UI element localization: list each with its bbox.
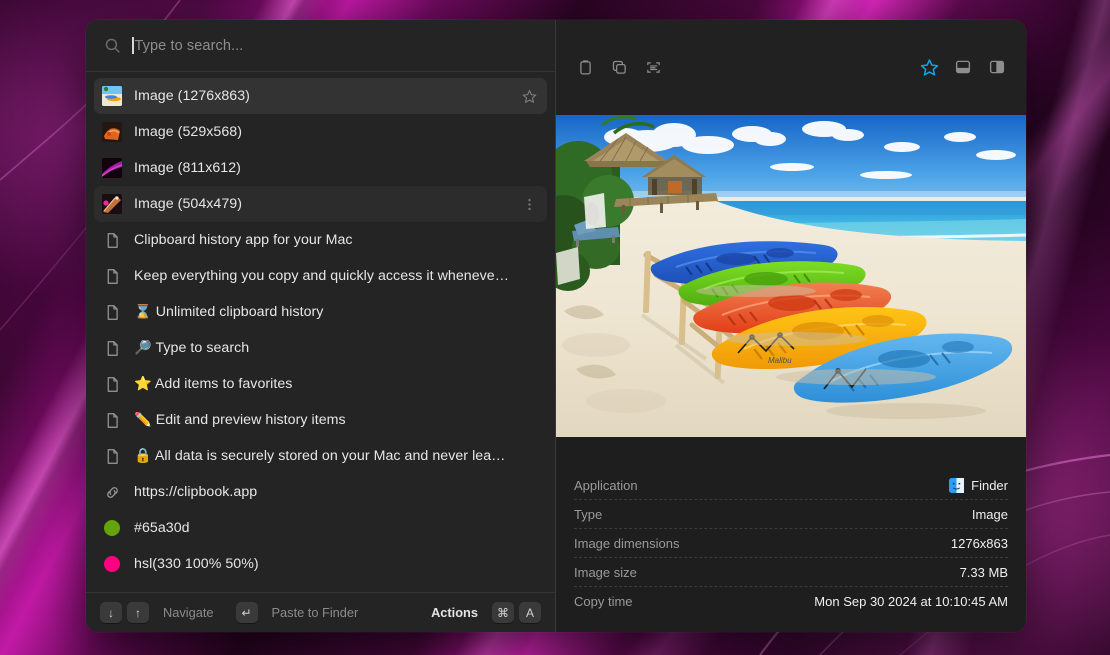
history-panel: Type to search... Image (1276x863) Image… <box>86 20 556 632</box>
list-item[interactable]: ⌛ Unlimited clipboard history <box>94 294 547 330</box>
metadata-row: Image dimensions 1276x863 <box>574 529 1008 558</box>
image-thumbnail-beach <box>102 86 122 106</box>
preview-toolbar <box>556 20 1026 115</box>
key-a[interactable]: A <box>519 602 541 623</box>
list-item-label: ✏️ Edit and preview history items <box>134 412 346 428</box>
color-swatch-green <box>104 520 120 536</box>
image-thumbnail-pink <box>102 194 122 214</box>
navigate-shortcut[interactable]: ↓ ↑ Navigate <box>100 602 214 623</box>
metadata-value: Mon Sep 30 2024 at 10:10:45 AM <box>814 594 1008 609</box>
list-item[interactable]: Image (1276x863) <box>94 78 547 114</box>
metadata-key: Copy time <box>574 594 633 609</box>
search-bar[interactable]: Type to search... <box>86 20 555 72</box>
document-icon <box>102 302 122 322</box>
history-list[interactable]: Image (1276x863) Image (529x568) Image (… <box>86 72 555 592</box>
key-command[interactable]: ⌘ <box>492 602 514 623</box>
list-item-label: 🔎 Type to search <box>134 340 250 356</box>
list-item-label: #65a30d <box>134 520 190 536</box>
document-icon <box>102 266 122 286</box>
list-item[interactable]: Image (811x612) <box>94 150 547 186</box>
key-arrow-down[interactable]: ↓ <box>100 602 122 623</box>
document-icon <box>102 374 122 394</box>
image-thumbnail-purple <box>102 158 122 178</box>
list-item[interactable]: 🔎 Type to search <box>94 330 547 366</box>
list-item-label: 🔒 All data is securely stored on your Ma… <box>134 448 509 464</box>
image-thumbnail-orange <box>102 122 122 142</box>
metadata-row: Copy time Mon Sep 30 2024 at 10:10:45 AM <box>574 587 1008 616</box>
list-item-label: Image (504x479) <box>134 196 243 212</box>
list-item-label: Image (529x568) <box>134 124 243 140</box>
clipbook-window: Type to search... Image (1276x863) Image… <box>86 20 1026 632</box>
document-icon <box>102 230 122 250</box>
list-item[interactable]: 🔒 All data is securely stored on your Ma… <box>94 438 547 474</box>
metadata-key: Type <box>574 506 603 522</box>
more-vertical-icon[interactable] <box>521 197 537 212</box>
metadata-key: Application <box>574 477 638 493</box>
shortcut-footer: ↓ ↑ Navigate ↵ Paste to Finder Actions ⌘… <box>86 592 555 632</box>
list-item[interactable]: #65a30d <box>94 510 547 546</box>
metadata-value: Finder <box>949 477 1008 493</box>
list-item-label: Clipboard history app for your Mac <box>134 232 353 248</box>
text-caret <box>132 37 134 54</box>
metadata-row: Application Finder <box>574 471 1008 500</box>
star-icon[interactable] <box>521 89 537 104</box>
metadata-value: 7.33 MB <box>959 564 1008 580</box>
list-item-label: ⭐ Add items to favorites <box>134 376 293 392</box>
list-item[interactable]: https://clipbook.app <box>94 474 547 510</box>
actions-shortcut[interactable]: Actions ⌘ A <box>431 602 541 623</box>
list-item[interactable]: Clipboard history app for your Mac <box>94 222 547 258</box>
color-swatch <box>102 554 122 574</box>
search-input[interactable]: Type to search... <box>132 37 537 54</box>
color-swatch <box>102 518 122 538</box>
list-item[interactable]: Image (529x568) <box>94 114 547 150</box>
bottom-panel-icon[interactable] <box>952 56 974 78</box>
list-item[interactable]: ✏️ Edit and preview history items <box>94 402 547 438</box>
preview-spacer <box>556 437 1026 467</box>
list-item-label: Image (1276x863) <box>134 88 250 104</box>
metadata-value-text: Finder <box>971 477 1008 493</box>
list-item[interactable]: Keep everything you copy and quickly acc… <box>94 258 547 294</box>
metadata-value: Image <box>971 506 1008 522</box>
list-item-label: ⌛ Unlimited clipboard history <box>134 304 324 320</box>
document-icon <box>102 338 122 358</box>
list-item-label: https://clipbook.app <box>134 484 258 500</box>
document-icon <box>102 446 122 466</box>
clipboard-icon[interactable] <box>574 56 596 78</box>
metadata-key: Image size <box>574 564 637 580</box>
metadata-row: Image size 7.33 MB <box>574 558 1008 587</box>
copy-icon[interactable] <box>608 56 630 78</box>
beach-kayaks-photo: Malibu <box>556 115 1026 437</box>
toolbar-right-group <box>918 56 1008 78</box>
finder-icon <box>949 477 965 493</box>
color-swatch-pink <box>104 556 120 572</box>
list-item-label: hsl(330 100% 50%) <box>134 556 259 572</box>
star-icon[interactable] <box>918 56 940 78</box>
link-icon <box>102 482 122 502</box>
navigate-label: Navigate <box>163 605 214 620</box>
list-item-label: Keep everything you copy and quickly acc… <box>134 268 509 284</box>
preview-panel: Malibu Application Finder Type Image Ima… <box>556 20 1026 632</box>
search-icon <box>105 38 120 53</box>
list-item[interactable]: Image (504x479) <box>94 186 547 222</box>
actions-label: Actions <box>431 605 478 620</box>
list-item-label: Image (811x612) <box>134 160 241 176</box>
metadata-value: 1276x863 <box>950 535 1008 551</box>
paste-label: Paste to Finder <box>271 605 359 620</box>
document-icon <box>102 410 122 430</box>
paste-shortcut[interactable]: ↵ Paste to Finder <box>235 602 359 623</box>
side-panel-icon[interactable] <box>986 56 1008 78</box>
key-arrow-up[interactable]: ↑ <box>127 602 149 623</box>
svg-text:Malibu: Malibu <box>768 356 792 365</box>
metadata-row: Type Image <box>574 500 1008 529</box>
search-placeholder: Type to search... <box>134 37 244 54</box>
key-return[interactable]: ↵ <box>235 602 258 623</box>
list-item[interactable]: ⭐ Add items to favorites <box>94 366 547 402</box>
image-preview[interactable]: Malibu <box>556 115 1026 437</box>
list-item[interactable]: hsl(330 100% 50%) <box>94 546 547 582</box>
toolbar-left-group <box>574 56 664 78</box>
metadata-table: Application Finder Type Image Image dime… <box>556 467 1026 632</box>
format-text-icon[interactable] <box>642 56 664 78</box>
metadata-key: Image dimensions <box>574 535 680 551</box>
